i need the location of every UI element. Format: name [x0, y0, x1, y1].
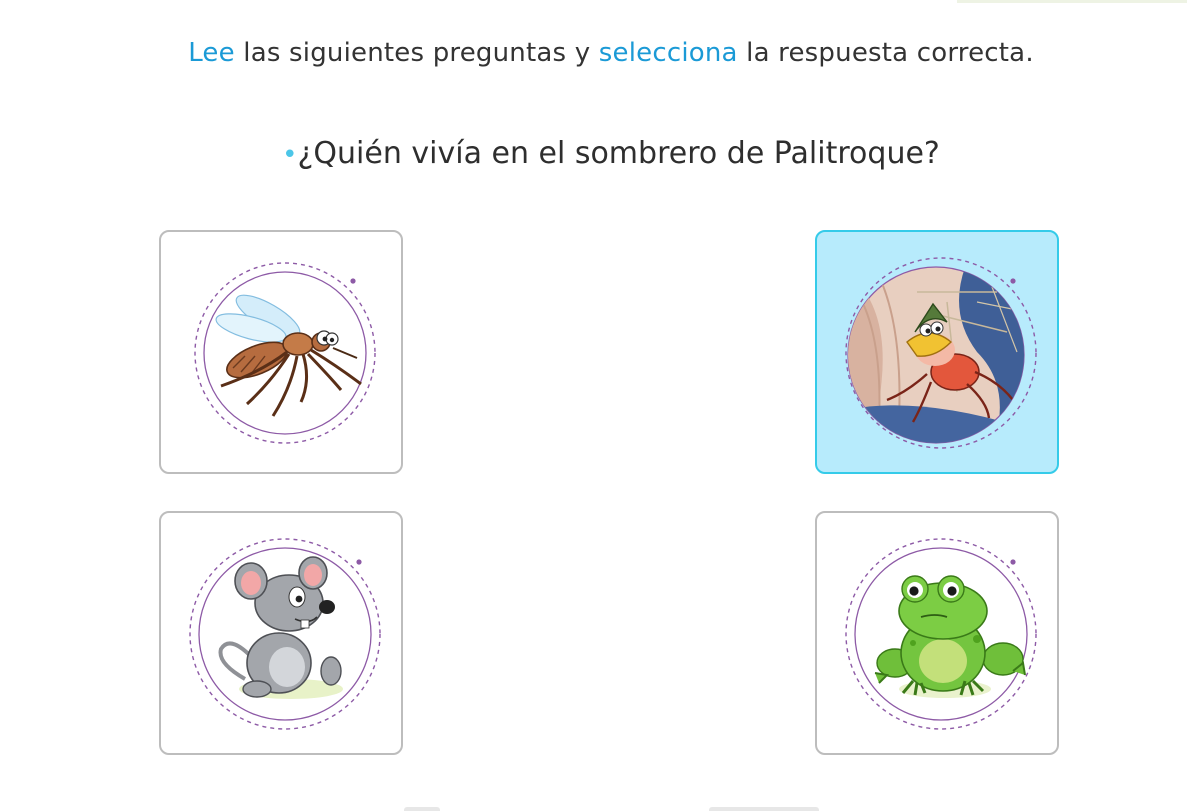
question-bullet: • — [282, 140, 298, 170]
option-card-frog[interactable] — [815, 511, 1059, 755]
question-text: •¿Quién vivía en el sombrero de Palitroq… — [0, 136, 1187, 171]
instruction-text: Lee las siguientes preguntas y seleccion… — [0, 38, 1187, 68]
instruction-part-1: las siguientes preguntas y — [234, 38, 599, 68]
option-card-mouse[interactable] — [159, 511, 403, 755]
frog-icon — [845, 538, 1037, 730]
option-card-spider[interactable] — [815, 230, 1059, 474]
instruction-highlight-selecciona: selecciona — [598, 38, 738, 68]
question-label: ¿Quién vivía en el sombrero de Palitroqu… — [297, 136, 940, 171]
instruction-part-2: la respuesta correcta. — [737, 38, 1034, 68]
option-card-mosquito[interactable] — [159, 230, 403, 474]
instruction-highlight-lee: Lee — [188, 38, 235, 68]
mosquito-icon — [194, 262, 376, 444]
activity-page: Lee las siguientes preguntas y seleccion… — [0, 0, 1187, 811]
nav-next-hint — [709, 807, 819, 811]
nav-previous-hint — [404, 807, 440, 811]
top-progress-strip — [957, 0, 1187, 3]
spider-icon — [845, 257, 1037, 449]
mouse-icon — [189, 538, 381, 730]
